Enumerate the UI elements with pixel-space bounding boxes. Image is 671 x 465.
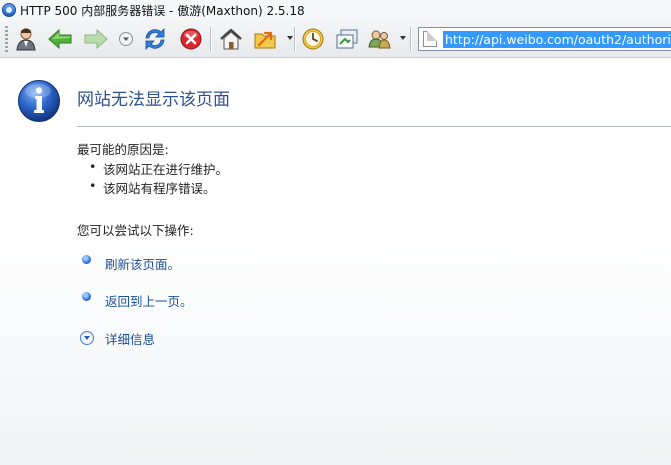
user-icon	[16, 28, 36, 51]
expand-chevron-icon[interactable]	[80, 331, 94, 345]
home-icon	[220, 28, 242, 50]
window-title: HTTP 500 内部服务器错误 - 傲游(Maxthon) 2.5.18	[20, 3, 305, 18]
favorites-button[interactable]	[253, 26, 279, 52]
refresh-page-link[interactable]: 刷新该页面。	[105, 254, 180, 273]
reasons-title: 最可能的原因是:	[77, 142, 169, 157]
page-icon	[423, 31, 437, 47]
user-button[interactable]	[13, 26, 39, 52]
groups-button[interactable]	[334, 26, 360, 52]
bullet-icon	[82, 291, 91, 301]
title-bar: HTTP 500 内部服务器错误 - 傲游(Maxthon) 2.5.18	[0, 0, 671, 20]
go-back-link[interactable]: 返回到上一页。	[105, 291, 193, 310]
reason-item: 该网站有程序错误。	[89, 178, 215, 197]
error-page: 网站无法显示该页面 最可能的原因是: 该网站正在进行维护。 该网站有程序错误。 …	[0, 59, 671, 465]
refresh-page-action[interactable]: 刷新该页面。	[80, 254, 180, 273]
more-info-link[interactable]: 详细信息	[105, 329, 155, 348]
refresh-icon	[145, 28, 165, 50]
toolbar-grip[interactable]	[5, 26, 8, 52]
history-clock-icon	[302, 28, 324, 50]
info-icon	[18, 80, 60, 122]
address-url[interactable]: http://api.weibo.com/oauth2/authorize	[443, 30, 671, 48]
go-back-action[interactable]: 返回到上一页。	[80, 291, 193, 310]
more-info-action[interactable]: 详细信息	[80, 329, 155, 348]
favorites-icon	[254, 31, 276, 49]
dropdown-circle-icon	[119, 32, 133, 46]
groups-icon	[336, 29, 358, 49]
forward-arrow-icon	[84, 28, 108, 50]
forward-button[interactable]	[83, 26, 109, 52]
users-icon	[368, 30, 391, 49]
bullet-icon	[82, 254, 91, 264]
users-button[interactable]	[367, 26, 393, 52]
refresh-button[interactable]	[142, 26, 168, 52]
page-heading: 网站无法显示该页面	[77, 90, 230, 110]
actions-title: 您可以尝试以下操作:	[77, 223, 194, 238]
back-button[interactable]	[47, 26, 73, 52]
toolbar-separator	[210, 27, 211, 51]
stop-button[interactable]	[178, 26, 204, 52]
back-arrow-icon	[48, 28, 72, 50]
heading-divider	[77, 126, 671, 127]
favorites-dropdown-icon[interactable]	[287, 36, 293, 40]
history-dropdown-button[interactable]	[113, 26, 139, 52]
toolbar-separator	[294, 27, 295, 51]
reason-item: 该网站正在进行维护。	[89, 159, 228, 178]
maxthon-logo-icon	[2, 3, 16, 17]
address-bar[interactable]: http://api.weibo.com/oauth2/authorize	[418, 27, 671, 51]
history-button[interactable]	[300, 26, 326, 52]
stop-icon	[180, 28, 202, 50]
home-button[interactable]	[218, 26, 244, 52]
users-dropdown-icon[interactable]	[400, 36, 406, 40]
toolbar-separator	[410, 27, 411, 51]
